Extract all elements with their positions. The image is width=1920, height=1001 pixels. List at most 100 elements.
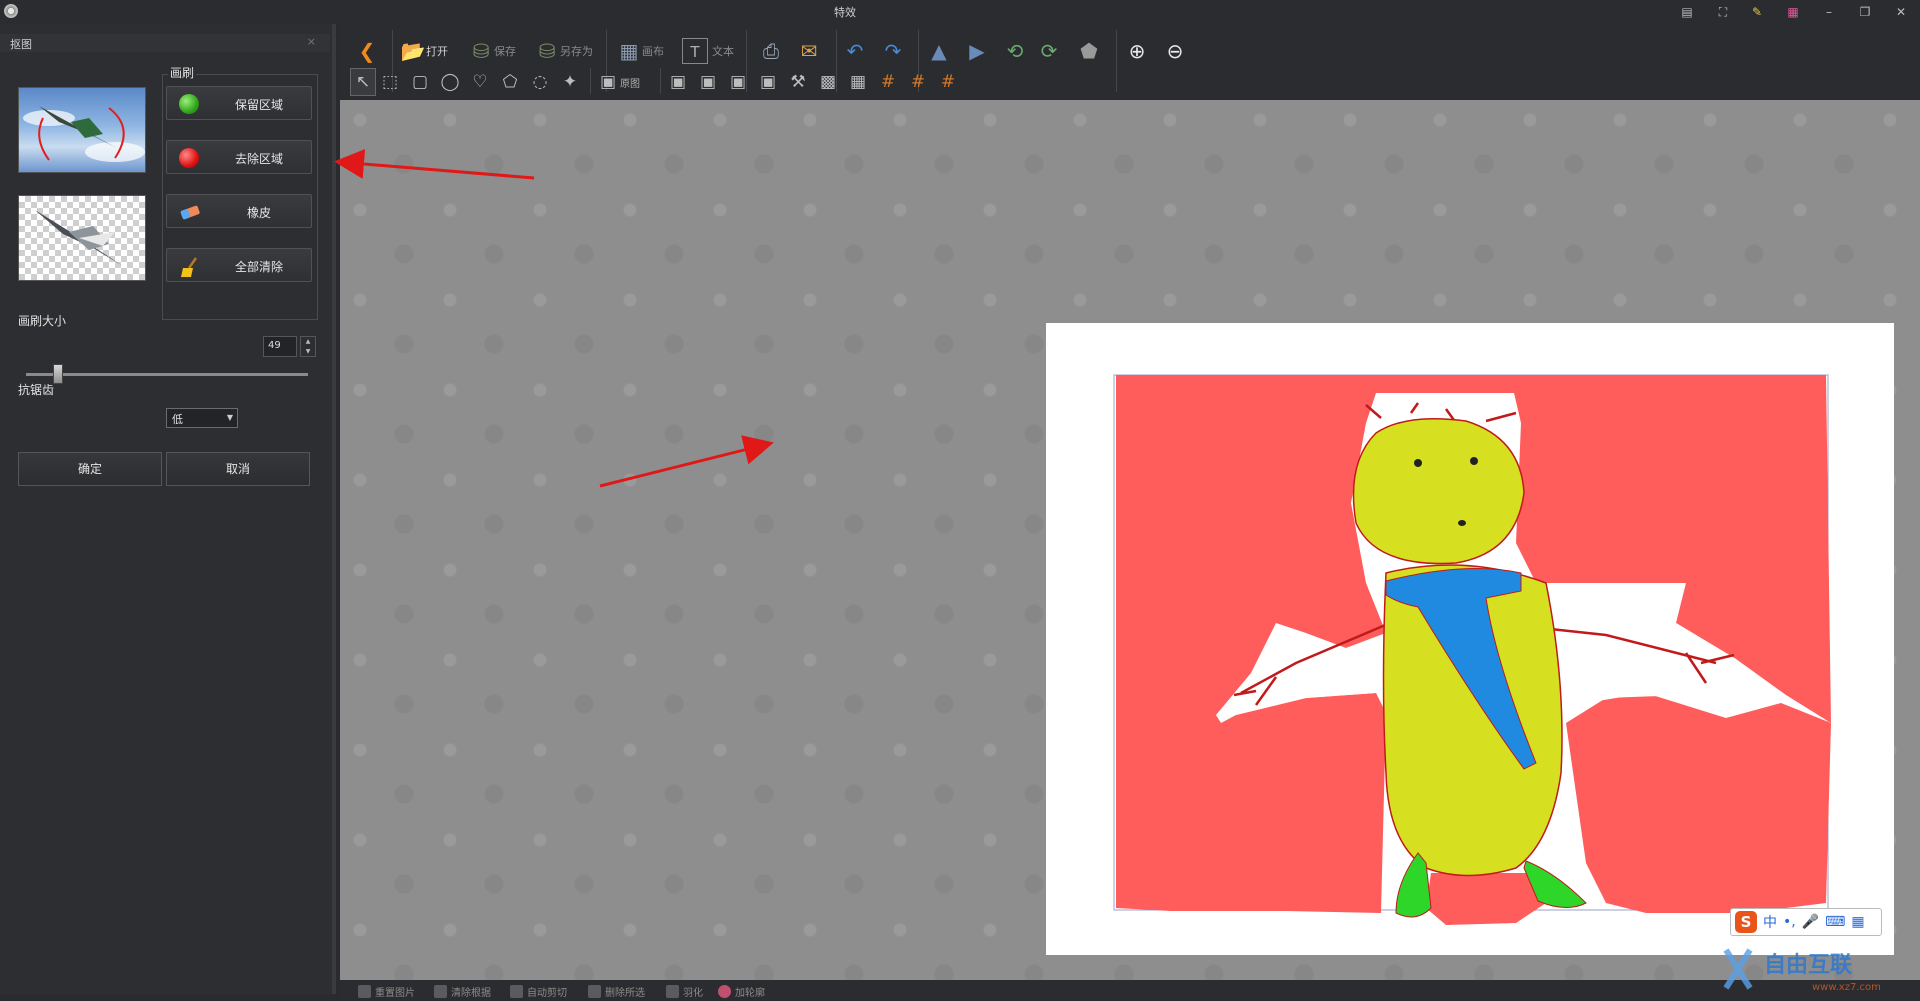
delete-icon xyxy=(588,985,601,998)
feather-icon xyxy=(666,985,679,998)
spin-up-icon[interactable]: ▲ xyxy=(301,337,315,347)
text-button[interactable]: T 文本 xyxy=(682,34,734,68)
cancel-button[interactable]: 取消 xyxy=(166,452,310,486)
clear-all-button[interactable]: 全部清除 xyxy=(166,248,312,282)
rotate-right-button[interactable]: ⟳ xyxy=(1036,34,1062,68)
polygon-icon: ⬠ xyxy=(502,72,518,92)
hammer-tool[interactable]: ⚒ xyxy=(786,68,810,96)
undo-icon: ↶ xyxy=(846,39,864,63)
brush-size-input[interactable]: 49 xyxy=(263,336,297,357)
ok-button[interactable]: 确定 xyxy=(18,452,162,486)
envelope-icon: ✉ xyxy=(800,39,818,63)
pointer-tool[interactable]: ↖ xyxy=(350,68,376,96)
round-rect-select-tool[interactable]: ▢ xyxy=(408,68,432,96)
result-thumbnail[interactable] xyxy=(18,195,146,281)
keyboard-icon[interactable]: ⌨ xyxy=(1825,914,1845,930)
printer-icon: ⎙ xyxy=(763,39,779,63)
remove-area-button[interactable]: 去除区域 xyxy=(166,140,312,174)
toolbar-separator xyxy=(590,68,591,94)
flip-horizontal-button[interactable]: ▶ xyxy=(964,34,990,68)
save-as-button[interactable]: ⛁ 另存为 xyxy=(534,34,593,68)
eraser-label: 橡皮 xyxy=(246,206,271,220)
grid-icon: ▦ xyxy=(849,72,867,92)
flip-vertical-button[interactable]: ▲ xyxy=(926,34,952,68)
redo-button[interactable]: ↷ xyxy=(880,34,906,68)
canvas-label: 画布 xyxy=(642,45,664,58)
clear-all-label: 全部清除 xyxy=(234,260,283,274)
clear-basis-button[interactable]: 清除根据 xyxy=(434,984,491,999)
feather-button[interactable]: 羽化 xyxy=(666,984,703,999)
effect-tool-3[interactable]: ▣ xyxy=(726,68,750,96)
print-button[interactable]: ⎙ xyxy=(758,34,784,68)
ellipse-select-icon: ◯ xyxy=(440,72,460,92)
status-bar: 重置图片 清除根据 自动剪切 删除所选 羽化 加轮廓 xyxy=(340,980,1920,1001)
ellipse-select-tool[interactable]: ◯ xyxy=(438,68,462,96)
ime-language[interactable]: 中 xyxy=(1763,912,1777,932)
microphone-icon[interactable]: 🎤 xyxy=(1802,914,1819,930)
hash-tool-3[interactable]: # xyxy=(936,68,960,96)
transform-button[interactable]: ⬟ xyxy=(1076,34,1102,68)
antialias-select[interactable]: 低 ▼ xyxy=(166,408,238,428)
effect-tool-2[interactable]: ▣ xyxy=(696,68,720,96)
reset-image-button[interactable]: 重置图片 xyxy=(358,984,415,999)
palette-icon[interactable]: ▦ xyxy=(1782,2,1804,22)
pencil-icon[interactable]: ✎ xyxy=(1746,2,1768,22)
restore-button[interactable]: ❐ xyxy=(1854,2,1876,22)
save-icon: ⛁ xyxy=(472,39,490,63)
canvas-area[interactable] xyxy=(340,100,1920,980)
auto-crop-button[interactable]: 自动剪切 xyxy=(510,984,567,999)
drawing-image[interactable] xyxy=(1046,323,1894,955)
panel-close-icon[interactable]: × xyxy=(307,35,316,48)
hash-tool-2[interactable]: # xyxy=(906,68,930,96)
heart-select-tool[interactable]: ♡ xyxy=(468,68,492,96)
rect-select-tool[interactable]: ⬚ xyxy=(378,68,402,96)
delete-selection-button[interactable]: 删除所选 xyxy=(588,984,645,999)
original-image-button[interactable]: ▣ 原图 xyxy=(596,68,640,96)
redo-icon: ↷ xyxy=(884,39,902,63)
panel-title: 抠图 xyxy=(10,38,32,51)
antialias-label: 抗锯齿 xyxy=(18,383,55,397)
grid-menu-icon[interactable]: ▦ xyxy=(1851,914,1864,930)
save-label: 保存 xyxy=(494,45,516,58)
polygon-select-tool[interactable]: ⬠ xyxy=(498,68,522,96)
open-button[interactable]: 📂 打开 xyxy=(400,34,448,68)
effect-tool-4[interactable]: ▣ xyxy=(756,68,780,96)
eraser-button[interactable]: 橡皮 xyxy=(166,194,312,228)
brush-size-stepper[interactable]: ▲ ▼ xyxy=(300,336,316,357)
rotate-left-button[interactable]: ⟲ xyxy=(1002,34,1028,68)
zoom-in-button[interactable]: ⊕ xyxy=(1124,34,1150,68)
save-as-label: 另存为 xyxy=(560,45,593,58)
spin-down-icon[interactable]: ▼ xyxy=(301,347,315,357)
heart-icon: ♡ xyxy=(472,72,488,92)
lasso-tool[interactable]: ◌ xyxy=(528,68,552,96)
brush-size-slider[interactable] xyxy=(26,373,308,376)
close-button[interactable]: ✕ xyxy=(1890,2,1912,22)
fullscreen-icon[interactable]: ⛶ xyxy=(1712,2,1734,22)
back-arrow-icon: ❮ xyxy=(358,39,376,63)
ime-toolbar[interactable]: S 中 •, 🎤 ⌨ ▦ xyxy=(1730,908,1882,936)
hash-icon: # xyxy=(910,72,926,92)
file-icon[interactable]: ▤ xyxy=(1676,2,1698,22)
brush-size-slider-thumb[interactable] xyxy=(53,364,64,384)
grid-tool[interactable]: ▦ xyxy=(846,68,870,96)
back-button[interactable]: ❮ xyxy=(354,34,380,68)
crop-icon xyxy=(510,985,523,998)
minimize-button[interactable]: – xyxy=(1818,2,1840,22)
image-canvas[interactable] xyxy=(1046,323,1894,955)
add-outline-button[interactable]: 加轮廓 xyxy=(718,984,765,999)
save-button[interactable]: ⛁ 保存 xyxy=(468,34,516,68)
magic-wand-tool[interactable]: ✦ xyxy=(558,68,582,96)
keep-area-button[interactable]: 保留区域 xyxy=(166,86,312,120)
watermark-url: www.xz7.com xyxy=(1812,982,1881,993)
undo-button[interactable]: ↶ xyxy=(842,34,868,68)
canvas-button[interactable]: ▦ 画布 xyxy=(616,34,664,68)
transparency-tool[interactable]: ▩ xyxy=(816,68,840,96)
rotate-left-icon: ⟲ xyxy=(1006,39,1024,63)
punctuation-icon[interactable]: •, xyxy=(1783,914,1796,930)
email-button[interactable]: ✉ xyxy=(796,34,822,68)
image-icon: ▣ xyxy=(669,72,687,92)
original-thumbnail[interactable] xyxy=(18,87,146,173)
hash-tool-1[interactable]: # xyxy=(876,68,900,96)
effect-tool-1[interactable]: ▣ xyxy=(666,68,690,96)
zoom-out-button[interactable]: ⊖ xyxy=(1162,34,1188,68)
